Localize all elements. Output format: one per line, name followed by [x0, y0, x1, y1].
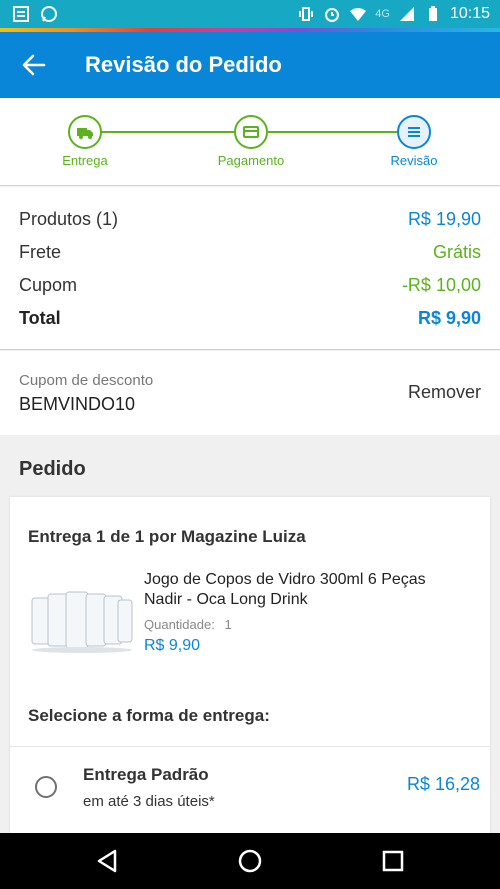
shipping-value: Grátis — [432, 241, 481, 262]
status-bar: 4G 10:15 — [0, 0, 500, 32]
order-card: Entrega 1 de 1 por Magazine Luiza Jogo d… — [10, 497, 490, 837]
wifi-icon — [350, 8, 367, 21]
battery-icon — [428, 6, 437, 21]
divider — [10, 746, 490, 747]
product-quantity: Quantidade: 1 — [144, 617, 232, 632]
product-image — [31, 591, 133, 653]
clock: 10:15 — [449, 5, 490, 22]
delivery-option-radio[interactable] — [35, 776, 57, 798]
checkout-stepper: Entrega Pagamento Revisão — [0, 98, 500, 186]
signal-icon — [399, 7, 414, 21]
step-connector — [101, 131, 234, 133]
order-summary: Produtos (1) R$ 19,90 Frete Grátis Cupom… — [0, 187, 500, 350]
total-value: R$ 9,90 — [417, 307, 481, 328]
card-icon — [243, 126, 259, 138]
truck-icon — [77, 128, 93, 139]
coupon-value: -R$ 10,00 — [401, 274, 481, 295]
products-label: Produtos (1) — [19, 208, 119, 229]
nav-back-icon[interactable] — [93, 847, 121, 875]
summary-row-coupon: Cupom -R$ 10,00 — [19, 272, 481, 298]
delivery-method-title: Selecione a forma de entrega: — [28, 706, 270, 725]
page-title: Revisão do Pedido — [85, 52, 282, 77]
quantity-value: 1 — [224, 617, 232, 632]
product-price: R$ 9,90 — [144, 637, 201, 654]
summary-row-products: Produtos (1) R$ 19,90 — [19, 206, 481, 232]
coupon-section: Cupom de desconto BEMVINDO10 Remover — [0, 351, 500, 435]
step-pagamento[interactable] — [234, 115, 268, 149]
summary-row-shipping: Frete Grátis — [19, 239, 481, 265]
vibrate-icon — [299, 7, 314, 21]
delivery-option-subtitle: em até 3 dias úteis* — [83, 793, 215, 810]
coupon-code: BEMVINDO10 — [19, 394, 136, 414]
quantity-label: Quantidade: — [144, 617, 215, 632]
product-name: Jogo de Copos de Vidro 300ml 6 Peças Nad… — [144, 571, 426, 608]
delivery-title: Entrega 1 de 1 por Magazine Luiza — [28, 527, 306, 546]
step-revisao[interactable] — [397, 115, 431, 149]
delivery-option-price: R$ 16,28 — [406, 774, 480, 794]
coupon-field-label: Cupom de desconto — [19, 372, 154, 389]
delivery-option-title[interactable]: Entrega Padrão — [83, 765, 209, 785]
network-type: 4G — [375, 8, 390, 20]
remove-coupon-button[interactable]: Remover — [408, 382, 481, 403]
products-value: R$ 19,90 — [407, 208, 481, 229]
order-section-title: Pedido — [19, 458, 86, 480]
whatsapp-icon — [41, 6, 57, 22]
app-bar: Revisão do Pedido — [0, 32, 500, 98]
step-label-pagamento: Pagamento — [217, 153, 285, 168]
shipping-label: Frete — [19, 241, 62, 262]
step-label-entrega: Entrega — [62, 153, 108, 168]
step-entrega[interactable] — [68, 115, 102, 149]
list-icon — [408, 127, 420, 137]
summary-row-total: Total R$ 9,90 — [19, 305, 481, 331]
back-arrow-icon[interactable] — [20, 51, 48, 79]
nav-recents-icon[interactable] — [379, 847, 407, 875]
nav-home-icon[interactable] — [236, 847, 264, 875]
alarm-icon — [325, 8, 340, 22]
notification-icon — [13, 6, 29, 22]
step-connector — [268, 131, 397, 133]
total-label: Total — [19, 307, 61, 328]
coupon-label: Cupom — [19, 274, 78, 295]
step-label-revisao: Revisão — [390, 153, 438, 168]
system-nav-bar — [0, 833, 500, 889]
